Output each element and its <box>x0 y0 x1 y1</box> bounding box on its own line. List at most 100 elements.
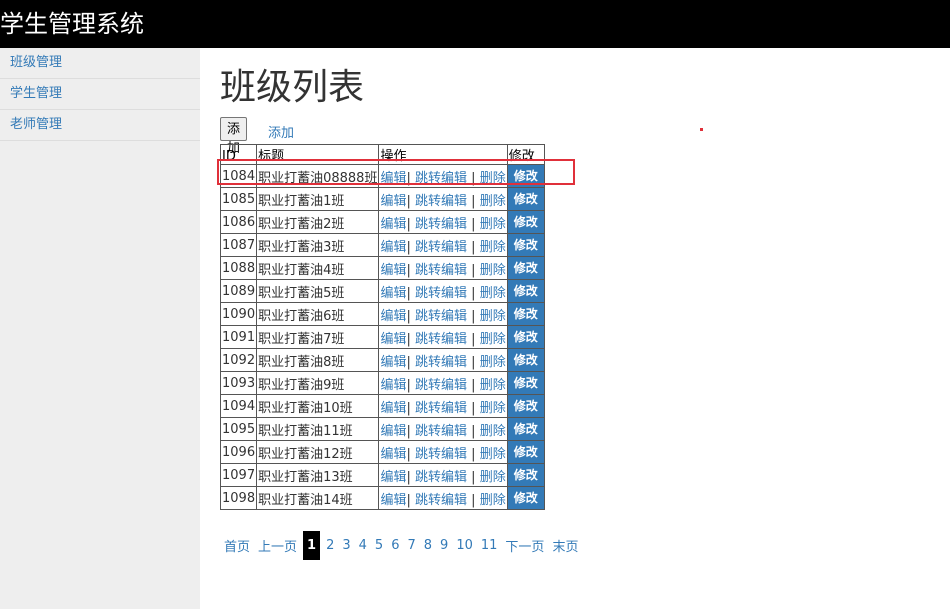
delete-link[interactable]: 删除 <box>480 493 506 508</box>
edit-link[interactable]: 编辑 <box>380 378 406 393</box>
separator: | <box>406 423 411 439</box>
cell-id: 1094 <box>219 394 258 418</box>
cell-id: 1092 <box>219 348 258 372</box>
delete-link[interactable]: 删除 <box>480 217 506 232</box>
modify-button[interactable]: 修改 <box>507 280 544 302</box>
modify-button[interactable]: 修改 <box>507 395 544 417</box>
jump-edit-link[interactable]: 跳转编辑 <box>415 263 467 278</box>
add-button[interactable]: 添加 <box>220 117 248 156</box>
page-number-link[interactable]: 8 <box>424 538 432 553</box>
page-next-link[interactable]: 下一页 <box>505 536 544 555</box>
modify-button[interactable]: 修改 <box>507 257 544 279</box>
separator: | <box>471 239 476 255</box>
jump-edit-link[interactable]: 跳转编辑 <box>415 332 467 347</box>
edit-link[interactable]: 编辑 <box>380 263 406 278</box>
page-number-link[interactable]: 11 <box>481 538 498 553</box>
jump-edit-link[interactable]: 跳转编辑 <box>415 240 467 255</box>
modify-button[interactable]: 修改 <box>507 188 544 210</box>
modify-button[interactable]: 修改 <box>507 372 544 394</box>
modify-button[interactable]: 修改 <box>507 326 544 348</box>
edit-link[interactable]: 编辑 <box>380 447 406 462</box>
delete-link[interactable]: 删除 <box>480 194 506 209</box>
page-number-link[interactable]: 10 <box>456 538 473 553</box>
edit-link[interactable]: 编辑 <box>380 424 406 439</box>
edit-link[interactable]: 编辑 <box>380 240 406 255</box>
cell-title: 职业打蓄油3班 <box>256 233 380 257</box>
delete-link[interactable]: 删除 <box>480 470 506 485</box>
edit-link[interactable]: 编辑 <box>380 470 406 485</box>
delete-link[interactable]: 删除 <box>480 424 506 439</box>
edit-link[interactable]: 编辑 <box>380 355 406 370</box>
add-link[interactable]: 添加 <box>268 122 294 141</box>
sidebar-item-label[interactable]: 学生管理 <box>10 86 62 101</box>
cell-ops: 编辑| 跳转编辑 | 删除 <box>378 371 508 395</box>
page-number-link[interactable]: 3 <box>342 538 350 553</box>
cell-ops: 编辑| 跳转编辑 | 删除 <box>378 210 508 234</box>
sidebar-item-label[interactable]: 班级管理 <box>10 55 62 70</box>
jump-edit-link[interactable]: 跳转编辑 <box>415 309 467 324</box>
delete-link[interactable]: 删除 <box>480 263 506 278</box>
delete-link[interactable]: 删除 <box>480 286 506 301</box>
sidebar-item-student[interactable]: 学生管理 <box>0 79 200 110</box>
delete-link[interactable]: 删除 <box>480 355 506 370</box>
edit-link[interactable]: 编辑 <box>380 194 406 209</box>
cell-modify: 修改 <box>506 371 545 395</box>
delete-link[interactable]: 删除 <box>480 240 506 255</box>
page-prev-link[interactable]: 上一页 <box>258 536 297 555</box>
cell-title: 职业打蓄油8班 <box>256 348 380 372</box>
jump-edit-link[interactable]: 跳转编辑 <box>415 401 467 416</box>
cell-title: 职业打蓄油7班 <box>256 325 380 349</box>
jump-edit-link[interactable]: 跳转编辑 <box>415 355 467 370</box>
jump-edit-link[interactable]: 跳转编辑 <box>415 447 467 462</box>
jump-edit-link[interactable]: 跳转编辑 <box>415 286 467 301</box>
page-number-link[interactable]: 6 <box>391 538 399 553</box>
separator: | <box>471 285 476 301</box>
page-number-link[interactable]: 2 <box>326 538 334 553</box>
cell-ops: 编辑| 跳转编辑 | 删除 <box>378 348 508 372</box>
cell-modify: 修改 <box>506 187 545 211</box>
edit-link[interactable]: 编辑 <box>380 401 406 416</box>
page-number-link[interactable]: 4 <box>359 538 367 553</box>
edit-link[interactable]: 编辑 <box>380 493 406 508</box>
delete-link[interactable]: 删除 <box>480 378 506 393</box>
jump-edit-link[interactable]: 跳转编辑 <box>415 493 467 508</box>
page-number-link[interactable]: 5 <box>375 538 383 553</box>
jump-edit-link[interactable]: 跳转编辑 <box>415 194 467 209</box>
modify-button[interactable]: 修改 <box>507 211 544 233</box>
separator: | <box>406 354 411 370</box>
delete-link[interactable]: 删除 <box>480 401 506 416</box>
jump-edit-link[interactable]: 跳转编辑 <box>415 424 467 439</box>
table-row: 1089 职业打蓄油5班 编辑| 跳转编辑 | 删除 修改 <box>219 279 545 303</box>
modify-button[interactable]: 修改 <box>507 418 544 440</box>
sidebar-item-teacher[interactable]: 老师管理 <box>0 110 200 141</box>
page-last-link[interactable]: 末页 <box>552 536 578 555</box>
sidebar-item-label[interactable]: 老师管理 <box>10 117 62 132</box>
delete-link[interactable]: 删除 <box>480 309 506 324</box>
jump-edit-link[interactable]: 跳转编辑 <box>415 470 467 485</box>
modify-button[interactable]: 修改 <box>507 464 544 486</box>
sidebar-item-class[interactable]: 班级管理 <box>0 48 200 79</box>
edit-link[interactable]: 编辑 <box>380 332 406 347</box>
cell-ops: 编辑| 跳转编辑 | 删除 <box>378 325 508 349</box>
edit-link[interactable]: 编辑 <box>380 309 406 324</box>
modify-button[interactable]: 修改 <box>507 441 544 463</box>
edit-link[interactable]: 编辑 <box>380 286 406 301</box>
separator: | <box>406 308 411 324</box>
edit-link[interactable]: 编辑 <box>380 217 406 232</box>
table-row: 1091 职业打蓄油7班 编辑| 跳转编辑 | 删除 修改 <box>219 325 545 349</box>
jump-edit-link[interactable]: 跳转编辑 <box>415 378 467 393</box>
page-number-link[interactable]: 7 <box>407 538 415 553</box>
modify-button[interactable]: 修改 <box>507 234 544 256</box>
page-first-link[interactable]: 首页 <box>224 536 250 555</box>
modify-button[interactable]: 修改 <box>507 487 544 509</box>
modify-button[interactable]: 修改 <box>507 303 544 325</box>
delete-link[interactable]: 删除 <box>480 332 506 347</box>
cell-modify: 修改 <box>506 486 545 510</box>
separator: | <box>471 446 476 462</box>
jump-edit-link[interactable]: 跳转编辑 <box>415 217 467 232</box>
page-number-link[interactable]: 9 <box>440 538 448 553</box>
delete-link[interactable]: 删除 <box>480 447 506 462</box>
separator: | <box>406 331 411 347</box>
modify-button[interactable]: 修改 <box>507 349 544 371</box>
cell-ops: 编辑| 跳转编辑 | 删除 <box>378 187 508 211</box>
